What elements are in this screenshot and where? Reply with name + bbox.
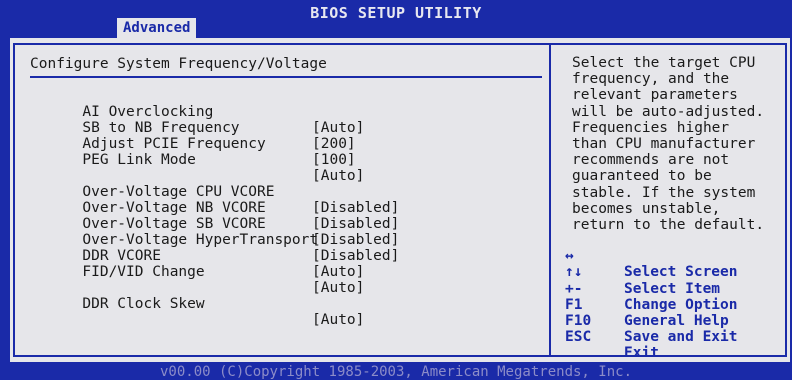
setting-value[interactable]: [200] xyxy=(312,136,356,152)
help-pane: Select the target CPU frequency, and the… xyxy=(554,38,790,362)
setting-value[interactable]: [Auto] xyxy=(312,264,364,280)
key-select-item: ↑↓ Select Item xyxy=(565,248,720,296)
setting-value[interactable]: [Disabled] xyxy=(312,248,399,264)
key-exit: ESC Exit xyxy=(565,313,659,361)
setting-value[interactable]: [Auto] xyxy=(312,120,364,136)
help-line: recommends are not xyxy=(572,152,730,169)
setting-label: FID/VID Change xyxy=(82,264,205,280)
key-change-option: +- Change Option xyxy=(565,264,738,313)
key-description: Change Option xyxy=(624,296,738,313)
setting-value[interactable]: [Disabled] xyxy=(312,232,399,248)
setting-value[interactable]: [100] xyxy=(312,152,356,168)
setting-value[interactable]: [Auto] xyxy=(312,280,364,296)
help-line: stable. If the system xyxy=(572,184,756,201)
setting-label: DDR Clock Skew xyxy=(82,296,205,312)
key-save-exit: F10 Save and Exit xyxy=(565,297,738,345)
help-line: frequency, and the xyxy=(572,71,730,88)
section-divider xyxy=(30,76,542,78)
help-line: Select the target CPU xyxy=(572,55,756,71)
help-text: Select the target CPU frequency, and the… xyxy=(572,55,787,233)
setting-value[interactable]: [Disabled] xyxy=(312,200,399,216)
key-select-screen: ↔ Select Screen xyxy=(565,232,738,280)
settings-pane: Configure System Frequency/Voltage AI Ov… xyxy=(10,38,550,362)
tab-advanced[interactable]: Advanced xyxy=(117,18,197,38)
section-title: Configure System Frequency/Voltage xyxy=(30,56,327,72)
key-description: Save and Exit xyxy=(624,329,738,346)
bios-screen: BIOS SETUP UTILITY Advanced Configure Sy… xyxy=(0,0,792,380)
setting-value[interactable]: [Disabled] xyxy=(312,216,399,232)
help-line: return to the default. xyxy=(572,217,765,234)
key-label: ESC xyxy=(565,329,592,346)
setting-label: PEG Link Mode xyxy=(82,152,196,168)
setting-value[interactable]: [Auto] xyxy=(312,168,364,184)
key-description: Select Item xyxy=(624,280,721,297)
key-description: Exit xyxy=(624,345,659,362)
footer-bar: v00.00 (C)Copyright 1985-2003, American … xyxy=(0,362,792,380)
help-line: relevant parameters xyxy=(572,87,738,104)
help-line: becomes unstable, xyxy=(572,200,721,217)
setting-value[interactable]: [Auto] xyxy=(312,312,364,328)
key-general-help: F1 General Help xyxy=(565,281,729,329)
help-line: than CPU manufacturer xyxy=(572,136,756,153)
key-description: General Help xyxy=(624,312,729,329)
setting-ddr-clock-skew[interactable]: DDR Clock Skew [Auto] xyxy=(30,280,364,344)
key-description: Select Screen xyxy=(624,264,738,281)
help-line: Frequencies higher xyxy=(572,119,730,136)
key-legend: ↔ Select Screen ↑↓ Select Item +- Change… xyxy=(565,232,738,361)
help-line: will be auto-adjusted. xyxy=(572,103,765,120)
help-line: guaranteed to be xyxy=(572,168,712,185)
